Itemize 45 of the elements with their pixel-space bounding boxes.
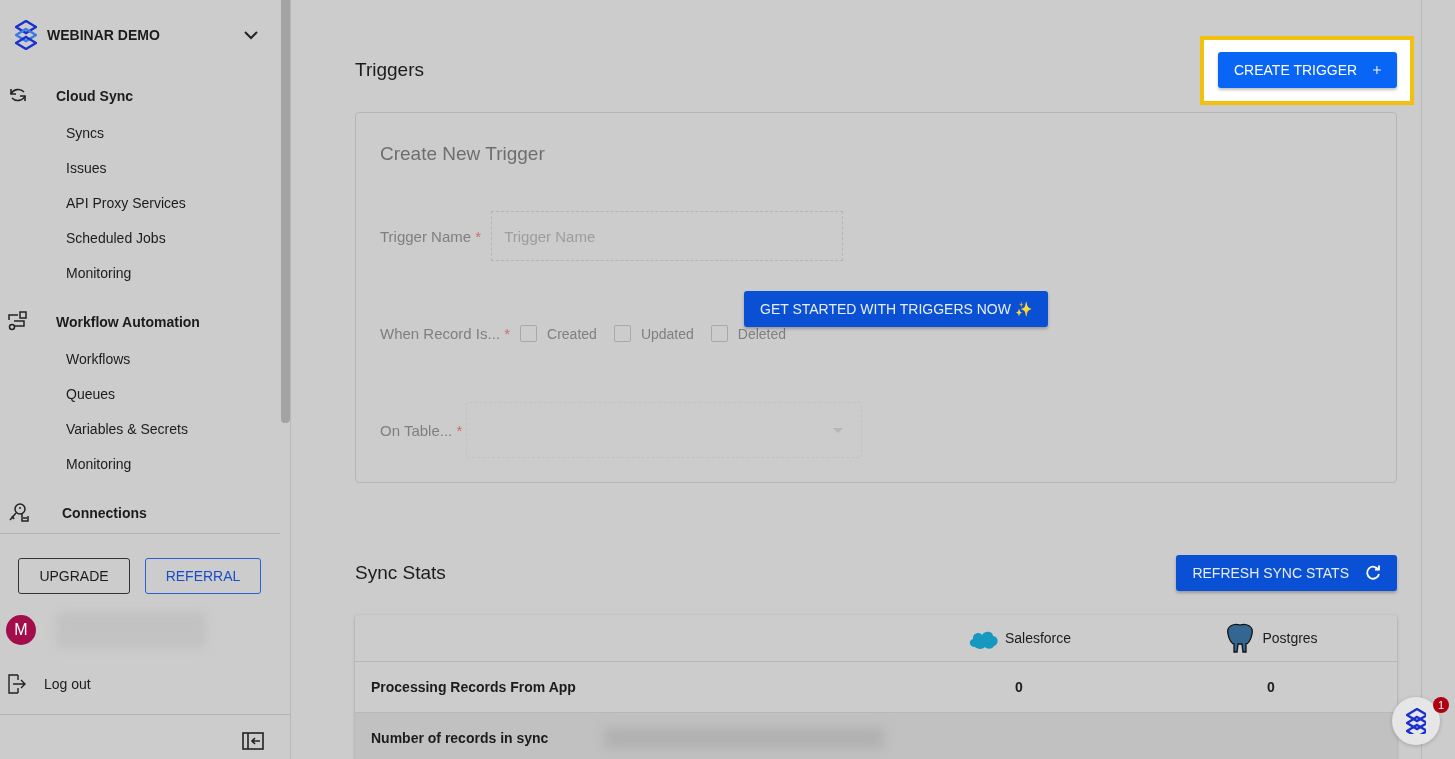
nav-item[interactable]: Issues [0,151,280,186]
notification-badge: 1 [1433,697,1449,713]
row-label: Number of records in sync [371,730,549,746]
create-trigger-button[interactable]: CREATE TRIGGER [1218,52,1397,88]
referral-button[interactable]: REFERRAL [145,558,261,594]
nav-section[interactable]: Connections [0,498,280,528]
workflow-icon [8,311,30,333]
nav-item[interactable]: Scheduled Jobs [0,221,280,256]
get-started-button[interactable]: GET STARTED WITH TRIGGERS NOW ✨ [744,291,1048,327]
avatar[interactable]: M [6,615,36,645]
collapse-sidebar-icon[interactable] [242,732,264,750]
logout-link[interactable]: Log out [0,660,280,702]
section-title: Sync Stats [355,562,446,584]
form-title: Create New Trigger [380,143,546,165]
table-cell-text: 0 [1266,679,1276,695]
row-label: Processing Records From App [371,679,576,695]
help-button[interactable] [1392,697,1440,745]
field-label: Trigger Name * [380,227,482,245]
refresh-button[interactable]: REFRESH SYNC STATS [1176,555,1397,591]
nav-section[interactable]: Workflow Automation [0,307,280,337]
upgrade-button[interactable]: UPGRADE [18,558,130,594]
workspace-selector[interactable]: WEBINAR DEMO [0,20,280,50]
scrollbar[interactable] [281,0,290,423]
column-header: Postgres [1262,630,1318,646]
nav-item[interactable]: Queues [0,377,280,412]
nav-section[interactable]: Cloud Sync [0,81,280,111]
workspace-name: WEBINAR DEMO [47,27,161,43]
field-label: When Record Is... * [380,325,511,342]
field-label: On Table... * [380,421,463,439]
column-header: Salesforce [1004,630,1072,646]
nav-item[interactable]: Workflows [0,342,280,377]
refresh-icon [1365,565,1381,581]
plug-icon [8,502,30,524]
nav-item[interactable]: Monitoring [0,447,280,482]
section-title: Triggers [355,59,424,81]
logo-icon [15,20,37,50]
nav-item[interactable]: Monitoring [0,256,280,291]
table-cell-text: 0 [1014,679,1024,695]
nav-item[interactable]: API Proxy Services [0,186,280,221]
nav-item[interactable]: Variables & Secrets [0,412,280,447]
chevron-down-icon [244,30,258,40]
logo-icon [1406,708,1426,734]
plus-icon [1373,63,1381,77]
nav-item[interactable]: Syncs [0,116,280,151]
logout-icon [8,674,26,694]
